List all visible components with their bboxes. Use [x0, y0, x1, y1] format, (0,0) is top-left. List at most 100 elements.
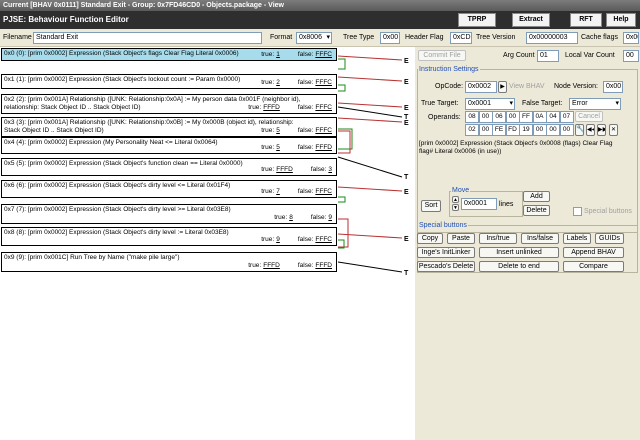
- commit-file-button[interactable]: Commit File: [418, 50, 466, 61]
- false-target-link[interactable]: FFFC: [315, 236, 332, 243]
- rft-button[interactable]: RFT: [570, 13, 602, 27]
- instruction-node[interactable]: 0x2 (2): [prim 0x001A] Relationship ([UN…: [1, 94, 337, 114]
- local-var-count-input[interactable]: 00: [623, 50, 639, 62]
- true-target-link[interactable]: 1: [276, 51, 280, 58]
- false-target-link[interactable]: 9: [328, 214, 332, 221]
- operand-byte[interactable]: 00: [532, 124, 547, 136]
- instruction-node[interactable]: 0x1 (1): [prim 0x0002] Expression (Stack…: [1, 74, 337, 89]
- instruction-targets: true: 1 false: FFFC: [259, 51, 332, 59]
- instruction-node[interactable]: 0x8 (8): [prim 0x0002] Expression (Stack…: [1, 227, 337, 246]
- false-target-label: false:: [310, 166, 327, 173]
- compare-button[interactable]: Compare: [563, 261, 624, 272]
- help-button[interactable]: Help: [606, 13, 636, 27]
- operand-byte[interactable]: FD: [505, 124, 520, 136]
- tprp-button[interactable]: TPRP: [458, 13, 496, 27]
- false-target-link[interactable]: FFFC: [315, 79, 332, 86]
- tree-version-input[interactable]: 0x00000003: [526, 32, 578, 44]
- instruction-settings-title: Instruction Settings: [418, 65, 480, 74]
- opcode-arrow-button[interactable]: ▶: [498, 81, 507, 93]
- operand-byte[interactable]: FE: [492, 124, 506, 136]
- delete-to-end-button[interactable]: Delete to end: [479, 261, 559, 272]
- true-target-link[interactable]: 9: [276, 236, 280, 243]
- operand-byte[interactable]: 00: [478, 124, 493, 136]
- insert-unlinked-button[interactable]: Insert unlinked: [479, 247, 559, 258]
- filename-input[interactable]: Standard Exit: [33, 32, 262, 44]
- true-target-select[interactable]: 0x0001: [465, 98, 515, 110]
- operand-byte[interactable]: 00: [478, 111, 493, 123]
- sort-button[interactable]: Sort: [421, 200, 441, 212]
- arg-count-input[interactable]: 01: [537, 50, 559, 62]
- true-connector: [338, 58, 346, 70]
- wrench-icon: 🔧: [576, 126, 584, 133]
- opcode-input[interactable]: 0x0002: [465, 81, 497, 93]
- delete-button[interactable]: Delete: [523, 205, 550, 216]
- pescados-delete-button[interactable]: Pescado's Delete: [417, 261, 475, 272]
- false-target-label: false:: [297, 51, 314, 58]
- true-target-label: true:: [261, 144, 275, 151]
- operand-byte[interactable]: 00: [546, 124, 560, 136]
- special-buttons-checkbox[interactable]: [573, 207, 582, 216]
- operand-byte[interactable]: 08: [465, 111, 479, 123]
- operand-byte[interactable]: 02: [465, 124, 479, 136]
- instruction-node[interactable]: 0x6 (6): [prim 0x0002] Expression (Stack…: [1, 180, 337, 198]
- instruction-node[interactable]: 0x7 (7): [prim 0x0002] Expression (Stack…: [1, 204, 337, 224]
- operand-close-button[interactable]: ✕: [609, 124, 618, 136]
- false-target-link[interactable]: FFFC: [315, 51, 332, 58]
- ins-true-button[interactable]: Ins/true: [479, 233, 517, 244]
- true-target-link[interactable]: 2: [276, 79, 280, 86]
- format-select[interactable]: 0x8006: [296, 32, 332, 44]
- error-marker: E: [404, 105, 409, 112]
- true-target-link[interactable]: FFFD: [263, 104, 280, 111]
- instruction-node[interactable]: 0x9 (9): [prim 0x001C] Run Tree by Name …: [1, 252, 337, 272]
- instruction-node[interactable]: 0x4 (4): [prim 0x0002] Expression (My Pe…: [1, 137, 337, 154]
- operand-edit-button[interactable]: 🔧: [575, 124, 584, 136]
- add-button[interactable]: Add: [523, 191, 550, 202]
- move-down-button[interactable]: ▼: [452, 204, 459, 211]
- operand-byte[interactable]: 00: [505, 111, 520, 123]
- true-target-link[interactable]: FFFD: [276, 166, 293, 173]
- true-target-link[interactable]: 5: [276, 127, 280, 134]
- false-target-link[interactable]: FFFC: [315, 188, 332, 195]
- paste-button[interactable]: Paste: [447, 233, 475, 244]
- false-target-link[interactable]: FFFC: [315, 104, 332, 111]
- operand-next-button[interactable]: ▶▶: [597, 124, 606, 136]
- false-target-link[interactable]: FFFD: [315, 262, 332, 269]
- error-line: [337, 117, 403, 123]
- true-target-link[interactable]: 8: [289, 214, 293, 221]
- instruction-node[interactable]: 0x0 (0): [prim 0x0002] Expression (Stack…: [1, 48, 337, 61]
- ins-false-button[interactable]: Ins/false: [521, 233, 559, 244]
- inges-initlinker-button[interactable]: Inge's InitLinker: [417, 247, 475, 258]
- true-target-link[interactable]: 5: [276, 144, 280, 151]
- labels-button[interactable]: Labels: [563, 233, 591, 244]
- node-version-input[interactable]: 0x00: [603, 81, 623, 93]
- move-up-button[interactable]: ▲: [452, 196, 459, 203]
- instruction-node[interactable]: 0x3 (3): [prim 0x001A] Relationship ([UN…: [1, 117, 337, 137]
- false-target-link[interactable]: FFFC: [315, 127, 332, 134]
- instruction-graph[interactable]: EEEEEETTT 0x0 (0): [prim 0x0002] Express…: [0, 47, 415, 440]
- true-target-link[interactable]: FFFD: [263, 262, 280, 269]
- false-target-link[interactable]: 3: [328, 166, 332, 173]
- cache-flags-input[interactable]: 0x00: [623, 32, 639, 44]
- cancel-button[interactable]: Cancel: [575, 111, 603, 122]
- operand-byte[interactable]: 0A: [532, 111, 547, 123]
- instruction-node[interactable]: 0x5 (5): [prim 0x0002] Expression (Stack…: [1, 158, 337, 176]
- false-target-link[interactable]: FFFD: [315, 144, 332, 151]
- true-target-label: True Target:: [421, 100, 459, 107]
- operand-byte[interactable]: 07: [559, 111, 574, 123]
- operand-byte[interactable]: FF: [519, 111, 533, 123]
- copy-button[interactable]: Copy: [417, 233, 443, 244]
- header-flag-input[interactable]: 0xCD: [450, 32, 472, 44]
- tree-type-input[interactable]: 0x00: [380, 32, 400, 44]
- guids-button[interactable]: GUIDs: [595, 233, 624, 244]
- operand-byte[interactable]: 19: [519, 124, 533, 136]
- false-target-select[interactable]: Error: [569, 98, 621, 110]
- operand-prev-button[interactable]: ◀◀: [586, 124, 595, 136]
- append-bhav-button[interactable]: Append BHAV: [563, 247, 624, 258]
- operand-byte[interactable]: 04: [546, 111, 560, 123]
- true-target-link[interactable]: 7: [276, 188, 280, 195]
- move-lines-input[interactable]: 0x0001: [461, 198, 497, 210]
- operand-byte[interactable]: 06: [492, 111, 506, 123]
- extract-button[interactable]: Extract: [512, 13, 550, 27]
- operand-byte[interactable]: 00: [559, 124, 574, 136]
- view-bhav-link[interactable]: View BHAV: [509, 82, 545, 92]
